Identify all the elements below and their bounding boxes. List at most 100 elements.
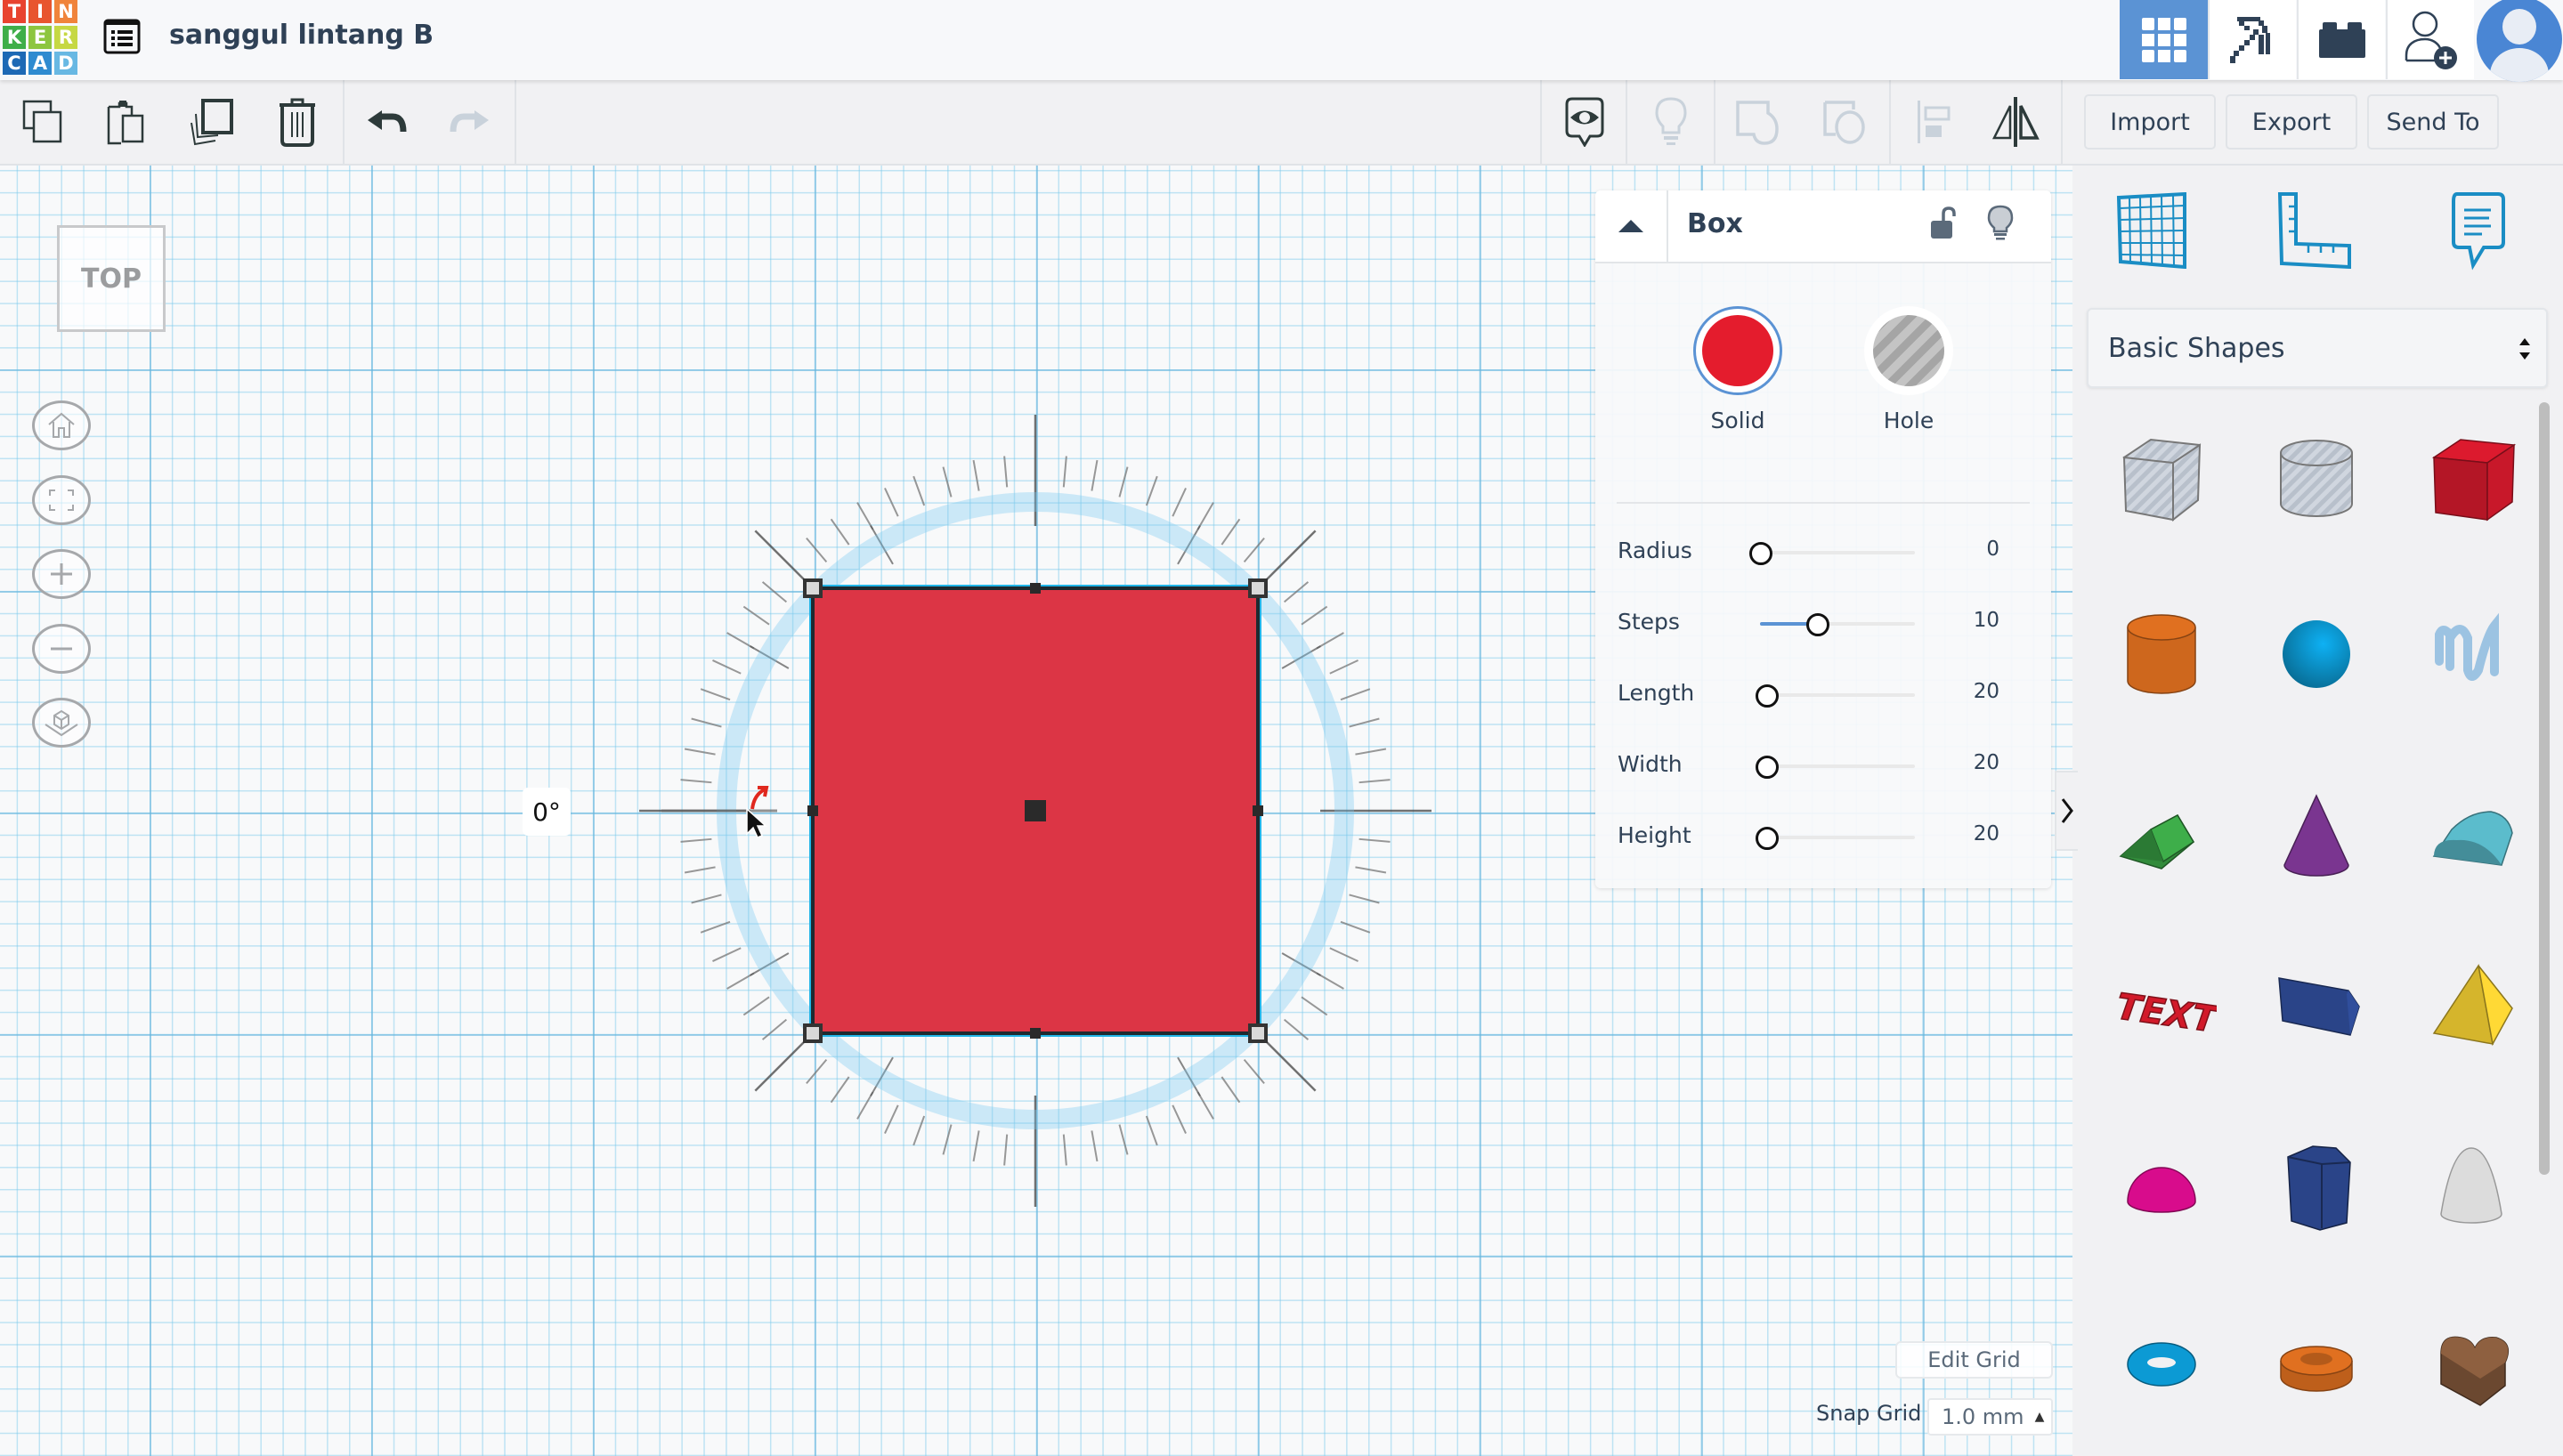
snap-grid-select[interactable]: 1.0 mm ▲ bbox=[1927, 1398, 2053, 1436]
user-avatar[interactable] bbox=[2477, 0, 2562, 82]
copy-button[interactable] bbox=[16, 80, 69, 164]
shape-inspector: Box Solid Hole Radius 0 Steps 10 Length 20 Wid… bbox=[1595, 190, 2051, 888]
rotation-tick bbox=[1329, 659, 1359, 675]
shape-pyramid[interactable] bbox=[2400, 937, 2543, 1080]
rotation-tick bbox=[972, 459, 980, 491]
rotation-tick bbox=[1283, 1018, 1310, 1040]
invite-user-button[interactable] bbox=[2386, 0, 2474, 79]
slider-track[interactable] bbox=[1760, 693, 1915, 697]
rotation-tick bbox=[1062, 456, 1067, 488]
lego-bricks-button[interactable] bbox=[2297, 0, 2385, 79]
shape-paraboloid[interactable] bbox=[2400, 1114, 2543, 1257]
pickaxe-icon bbox=[2229, 16, 2270, 63]
param-label: Radius bbox=[1618, 538, 1692, 563]
shape-cone[interactable] bbox=[2245, 760, 2388, 902]
slider-thumb[interactable] bbox=[1749, 542, 1772, 565]
slider-track[interactable] bbox=[1760, 836, 1915, 839]
shape-scribble[interactable] bbox=[2400, 583, 2543, 725]
lock-button[interactable] bbox=[1929, 206, 1956, 244]
shape-torus[interactable] bbox=[2090, 1291, 2233, 1434]
shape-half-sphere[interactable] bbox=[2090, 1114, 2233, 1257]
rotation-tick bbox=[1062, 1134, 1067, 1166]
shape-heart[interactable] bbox=[2400, 1291, 2543, 1434]
corner-handle[interactable] bbox=[1248, 578, 1268, 598]
delete-button[interactable] bbox=[271, 80, 324, 164]
show-all-button[interactable] bbox=[1642, 80, 1699, 164]
shape-round-roof[interactable] bbox=[2400, 760, 2543, 902]
slider-thumb[interactable] bbox=[1755, 827, 1779, 850]
rotation-tick bbox=[1145, 1115, 1158, 1146]
center-handle[interactable] bbox=[1025, 800, 1046, 821]
paste-button[interactable] bbox=[100, 80, 153, 164]
rotation-tick bbox=[742, 605, 770, 626]
paste-icon bbox=[107, 101, 144, 145]
workplane-tool[interactable] bbox=[2113, 190, 2193, 271]
rotation-tick bbox=[761, 1018, 788, 1040]
shape-category-select[interactable]: Basic Shapes bbox=[2087, 308, 2548, 388]
design-title[interactable]: sanggul lintang B bbox=[169, 20, 434, 51]
duplicate-button[interactable] bbox=[185, 80, 239, 164]
panel-collapse-tab[interactable] bbox=[2055, 771, 2078, 851]
corner-handle[interactable] bbox=[803, 578, 823, 598]
shape-box-hole[interactable] bbox=[2090, 406, 2233, 548]
edge-handle[interactable] bbox=[1030, 583, 1041, 594]
param-value[interactable]: 10 bbox=[1974, 609, 1999, 632]
send-to-button[interactable]: Send To bbox=[2367, 94, 2499, 150]
import-button[interactable]: Import bbox=[2084, 94, 2216, 150]
slider-track[interactable] bbox=[1760, 551, 1915, 554]
library-scrollbar[interactable] bbox=[2539, 402, 2550, 1175]
ruler-tool[interactable] bbox=[2275, 190, 2355, 271]
corner-handle[interactable] bbox=[1248, 1023, 1268, 1043]
corner-handle[interactable] bbox=[803, 1023, 823, 1043]
note-tool[interactable] bbox=[2437, 190, 2518, 271]
avatar-body-icon bbox=[2490, 48, 2549, 82]
shape-cylinder-hole[interactable] bbox=[2245, 406, 2388, 548]
param-value[interactable]: 20 bbox=[1974, 822, 1999, 845]
shape-tube[interactable] bbox=[2245, 1291, 2388, 1434]
export-button[interactable]: Export bbox=[2226, 94, 2357, 150]
shape-category-value: Basic Shapes bbox=[2108, 332, 2285, 364]
align-button[interactable] bbox=[1905, 80, 1962, 164]
slider-thumb[interactable] bbox=[1755, 756, 1779, 779]
slider-thumb[interactable] bbox=[1806, 613, 1830, 636]
edge-handle[interactable] bbox=[1253, 805, 1263, 816]
mirror-button[interactable] bbox=[1987, 80, 2044, 164]
param-value[interactable]: 20 bbox=[1974, 680, 1999, 703]
param-value[interactable]: 20 bbox=[1974, 751, 1999, 774]
slider-thumb[interactable] bbox=[1755, 684, 1779, 708]
param-value[interactable]: 0 bbox=[1986, 538, 1999, 561]
slider-track[interactable] bbox=[1760, 764, 1915, 768]
tinkercad-logo[interactable]: TIN KER CAD bbox=[3, 0, 79, 77]
rotation-tick bbox=[680, 779, 712, 784]
design-list-icon[interactable] bbox=[103, 18, 141, 55]
shape-wedge[interactable] bbox=[2245, 937, 2388, 1080]
logo-letter: C bbox=[3, 52, 26, 75]
group-button[interactable] bbox=[1729, 80, 1786, 164]
logo-letter: T bbox=[3, 0, 26, 23]
notes-visibility-button[interactable] bbox=[1556, 80, 1613, 164]
edge-handle[interactable] bbox=[807, 805, 818, 816]
rotate-arrow-icon[interactable] bbox=[750, 786, 769, 810]
rotation-tick bbox=[761, 581, 788, 603]
solid-color-button[interactable] bbox=[1693, 306, 1782, 395]
hide-button[interactable] bbox=[1987, 205, 2014, 246]
minecraft-button[interactable] bbox=[2208, 0, 2296, 79]
polygon-icon bbox=[2287, 1145, 2351, 1231]
shape-polygon[interactable] bbox=[2245, 1114, 2388, 1257]
redo-button[interactable] bbox=[443, 80, 497, 164]
edge-handle[interactable] bbox=[1030, 1028, 1041, 1039]
logo-letter: A bbox=[28, 52, 52, 75]
align-icon bbox=[1918, 101, 1951, 143]
undo-button[interactable] bbox=[360, 80, 413, 164]
shape-roof[interactable] bbox=[2090, 760, 2233, 902]
3d-design-button[interactable] bbox=[2120, 0, 2208, 79]
shape-box[interactable] bbox=[2400, 406, 2543, 548]
shape-cylinder[interactable] bbox=[2090, 583, 2233, 725]
hole-button[interactable] bbox=[1864, 306, 1953, 395]
shape-text[interactable]: TEXT bbox=[2090, 937, 2233, 1080]
inspector-collapse-button[interactable] bbox=[1595, 190, 1668, 262]
lightbulb-icon bbox=[1987, 205, 2014, 240]
shape-sphere[interactable] bbox=[2245, 583, 2388, 725]
ungroup-button[interactable] bbox=[1816, 80, 1873, 164]
edit-grid-button[interactable]: Edit Grid bbox=[1895, 1341, 2053, 1379]
